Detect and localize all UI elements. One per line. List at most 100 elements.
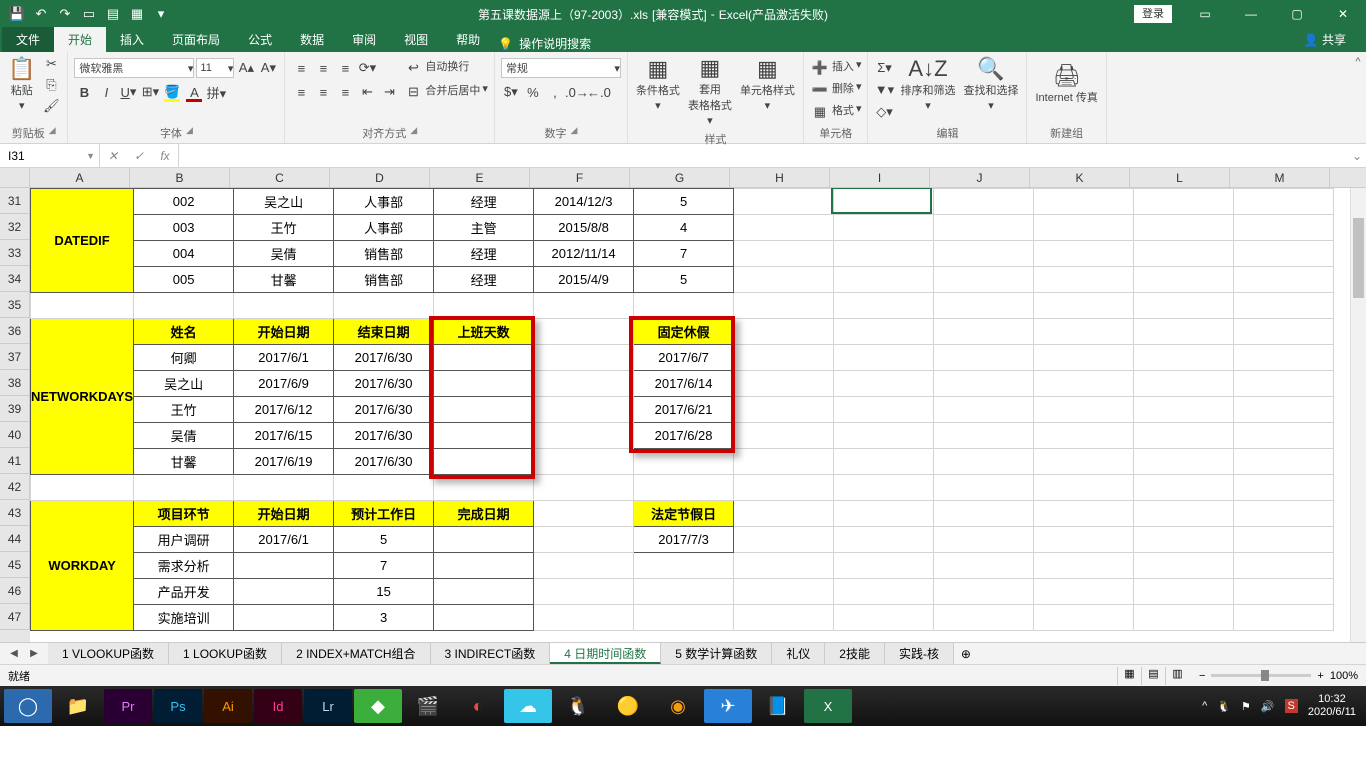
sheet-tab[interactable]: 4 日期时间函数 [550,643,661,664]
shrink-font-button[interactable]: A▾ [258,58,278,78]
fill-color-button[interactable]: 🪣 [162,82,182,102]
spreadsheet-grid[interactable]: ABCDEFGHIJKLM 31323334353637383940414243… [0,168,1366,642]
row-header-40[interactable]: 40 [0,422,30,448]
taskbar-clock[interactable]: 10:322020/6/11 [1308,693,1356,719]
indent-dec-button[interactable]: ⇤ [357,82,377,102]
row-header-33[interactable]: 33 [0,240,30,266]
row-header-37[interactable]: 37 [0,344,30,370]
merge-center-button[interactable]: ⊟合并后居中▾ [403,82,488,102]
sheet-tab[interactable]: 实践-核 [885,643,954,664]
find-select-button[interactable]: 🔍查找和选择▾ [961,54,1020,114]
col-header-M[interactable]: M [1230,168,1330,187]
tab-formulas[interactable]: 公式 [234,27,286,52]
number-format-select[interactable]: 常规▾ [501,58,621,78]
tray-ime-icon[interactable]: S [1285,699,1298,713]
col-header-F[interactable]: F [530,168,630,187]
cut-button[interactable]: ✂ [41,54,61,74]
zoom-slider[interactable] [1211,674,1311,677]
align-top-button[interactable]: ≡ [291,58,311,78]
font-launcher[interactable]: ◢ [186,125,193,141]
indent-inc-button[interactable]: ⇥ [379,82,399,102]
paste-button[interactable]: 📋粘贴▾ [6,54,37,114]
table-style-button[interactable]: ▦套用 表格格式▾ [686,54,734,129]
percent-button[interactable]: % [523,82,543,102]
sheet-tab[interactable]: 1 LOOKUP函数 [169,643,282,664]
col-header-D[interactable]: D [330,168,430,187]
sort-filter-button[interactable]: A↓Z排序和筛选▾ [898,54,957,114]
view-normal-button[interactable]: ▦ [1117,667,1141,685]
row-header-31[interactable]: 31 [0,188,30,214]
minimize-icon[interactable]: — [1228,0,1274,28]
row-header-38[interactable]: 38 [0,370,30,396]
taskbar-app-cyan[interactable]: ☁ [504,689,552,723]
sheet-tab[interactable]: 礼仪 [772,643,825,664]
expand-fbar-button[interactable]: ⌄ [1348,149,1366,163]
maximize-icon[interactable]: ▢ [1274,0,1320,28]
col-header-B[interactable]: B [130,168,230,187]
align-right-button[interactable]: ≡ [335,82,355,102]
col-header-I[interactable]: I [830,168,930,187]
sheet-tab[interactable]: 2技能 [825,643,885,664]
login-button[interactable]: 登录 [1134,5,1172,23]
row-header-32[interactable]: 32 [0,214,30,240]
grow-font-button[interactable]: A▴ [236,58,256,78]
taskbar-notes-icon[interactable]: 📘 [754,689,802,723]
row-header-39[interactable]: 39 [0,396,30,422]
taskbar-explorer-icon[interactable]: 📁 [54,689,102,723]
row-header-46[interactable]: 46 [0,578,30,604]
view-pagelayout-button[interactable]: ▤ [1141,667,1165,685]
taskbar-excel-icon[interactable]: X [804,689,852,723]
sheet-tab[interactable]: 2 INDEX+MATCH组合 [282,643,430,664]
view-pagebreak-button[interactable]: ▥ [1165,667,1189,685]
add-sheet-button[interactable]: ⊕ [954,647,978,661]
align-launcher[interactable]: ◢ [410,125,417,141]
taskbar-app-red[interactable]: ◐ [454,689,502,723]
row-header-41[interactable]: 41 [0,448,30,474]
sheet-tab[interactable]: 1 VLOOKUP函数 [48,643,169,664]
taskbar-app-green[interactable]: ◆ [354,689,402,723]
italic-button[interactable]: I [96,82,116,102]
tab-layout[interactable]: 页面布局 [158,27,234,52]
delete-cells-button[interactable]: ➖删除 ▾ [810,80,862,100]
font-color-button[interactable]: A [184,82,204,102]
row-header-47[interactable]: 47 [0,604,30,630]
col-header-H[interactable]: H [730,168,830,187]
close-icon[interactable]: ✕ [1320,0,1366,28]
align-left-button[interactable]: ≡ [291,82,311,102]
format-painter-button[interactable]: 🖌 [41,96,61,116]
qat-new-icon[interactable]: ▭ [78,3,100,25]
tab-scroll-right[interactable]: ▶ [26,648,42,659]
cell-style-button[interactable]: ▦单元格样式▾ [738,54,797,114]
zoom-in-button[interactable]: + [1317,670,1323,682]
col-header-G[interactable]: G [630,168,730,187]
tell-me-search[interactable]: 💡操作说明搜索 [498,35,591,52]
tab-home[interactable]: 开始 [54,27,106,52]
taskbar-video-icon[interactable]: 🎬 [404,689,452,723]
cond-format-button[interactable]: ▦条件格式▾ [634,54,682,114]
tab-help[interactable]: 帮助 [442,27,494,52]
row-header-36[interactable]: 36 [0,318,30,344]
fill-button[interactable]: ▼▾ [874,80,894,100]
taskbar-lightroom-icon[interactable]: Lr [304,689,352,723]
comma-button[interactable]: , [545,82,565,102]
row-header-42[interactable]: 42 [0,474,30,500]
row-header-43[interactable]: 43 [0,500,30,526]
row-header-35[interactable]: 35 [0,292,30,318]
taskbar-photoshop-icon[interactable]: Ps [154,689,202,723]
tab-review[interactable]: 审阅 [338,27,390,52]
tray-qq-icon[interactable]: 🐧 [1217,700,1231,713]
zoom-level[interactable]: 100% [1330,670,1358,682]
bold-button[interactable]: B [74,82,94,102]
taskbar-illustrator-icon[interactable]: Ai [204,689,252,723]
cancel-formula-button[interactable]: ✕ [100,149,126,163]
row-header-44[interactable]: 44 [0,526,30,552]
row-header-45[interactable]: 45 [0,552,30,578]
taskbar-chrome-icon[interactable]: 🟡 [604,689,652,723]
col-header-A[interactable]: A [30,168,130,187]
ribbon-collapse-button[interactable]: ^ [1350,52,1366,143]
align-middle-button[interactable]: ≡ [313,58,333,78]
taskbar-premiere-icon[interactable]: Pr [104,689,152,723]
underline-button[interactable]: U▾ [118,82,138,102]
tray-volume-icon[interactable]: 🔊 [1261,700,1275,713]
qat-quickprint-icon[interactable]: ▦ [126,3,148,25]
